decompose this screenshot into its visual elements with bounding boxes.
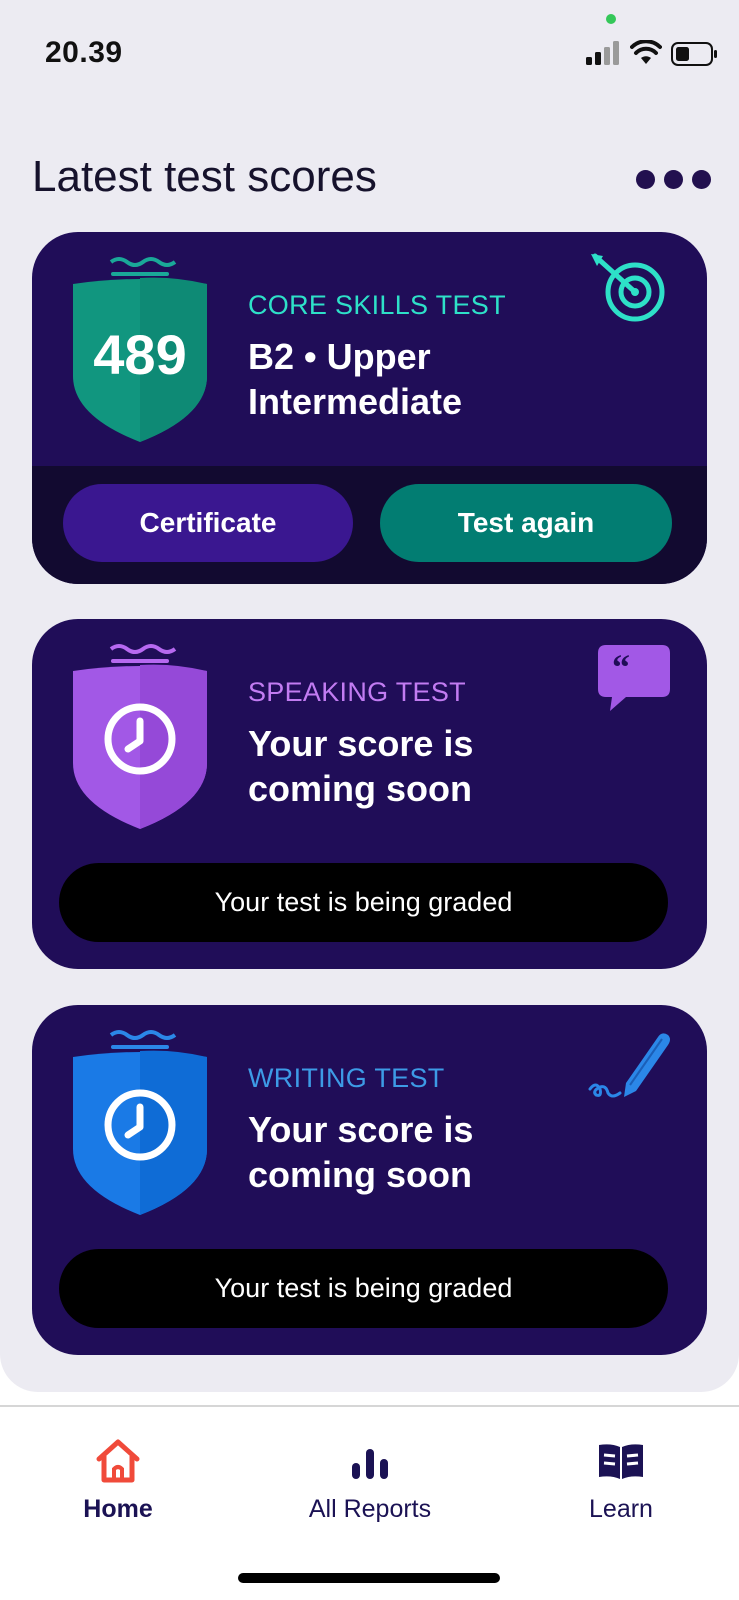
nav-label-home: Home bbox=[83, 1495, 153, 1523]
battery-icon bbox=[671, 42, 717, 66]
svg-text:“: “ bbox=[612, 647, 630, 687]
pen-icon bbox=[588, 1033, 670, 1098]
clock-icon bbox=[104, 703, 176, 775]
bottom-navigation: Home All Reports Learn bbox=[0, 1405, 739, 1535]
test-again-button[interactable]: Test again bbox=[380, 484, 672, 562]
target-icon bbox=[591, 253, 665, 322]
quote-bubble-icon: “ bbox=[598, 645, 670, 711]
writing-grading-status: Your test is being graded bbox=[59, 1249, 668, 1328]
page-title: Latest test scores bbox=[32, 152, 377, 201]
privacy-indicator bbox=[606, 14, 616, 24]
home-indicator[interactable] bbox=[238, 1573, 500, 1583]
more-icon-dot bbox=[692, 169, 711, 189]
signal-icon bbox=[586, 41, 619, 65]
core-skills-card[interactable]: 489 CORE SKILLS TEST B2 • Upper Intermed… bbox=[32, 232, 707, 584]
speaking-test-label: SPEAKING TEST bbox=[248, 677, 466, 707]
core-test-level: B2 • Upper Intermediate bbox=[248, 336, 463, 422]
certificate-button[interactable]: Certificate bbox=[63, 484, 353, 562]
book-icon bbox=[599, 1444, 643, 1479]
status-bar: 20.39 bbox=[0, 0, 739, 100]
writing-score-message: Your score is coming soon bbox=[248, 1109, 474, 1195]
wifi-icon bbox=[630, 40, 662, 64]
more-icon-dot bbox=[664, 169, 683, 189]
bar-chart-icon bbox=[352, 1449, 388, 1479]
home-icon bbox=[96, 1439, 140, 1483]
more-icon bbox=[636, 169, 655, 189]
nav-item-all-reports[interactable]: All Reports bbox=[270, 1407, 470, 1537]
nav-item-learn[interactable]: Learn bbox=[521, 1407, 721, 1537]
writing-test-label: WRITING TEST bbox=[248, 1063, 445, 1093]
clock-icon bbox=[104, 1089, 176, 1161]
speaking-test-card[interactable]: SPEAKING TEST Your score is coming soon … bbox=[32, 619, 707, 969]
nav-label-all-reports: All Reports bbox=[308, 1495, 432, 1523]
more-options-button[interactable] bbox=[636, 166, 712, 192]
score-value: 489 bbox=[93, 323, 187, 386]
speaking-score-message: Your score is coming soon bbox=[248, 723, 474, 809]
nav-item-home[interactable]: Home bbox=[18, 1407, 218, 1537]
core-test-label: CORE SKILLS TEST bbox=[248, 290, 506, 320]
speaking-grading-status: Your test is being graded bbox=[59, 863, 668, 942]
writing-test-card[interactable]: WRITING TEST Your score is coming soon Y… bbox=[32, 1005, 707, 1355]
nav-label-learn: Learn bbox=[589, 1495, 653, 1523]
status-time: 20.39 bbox=[45, 36, 123, 69]
